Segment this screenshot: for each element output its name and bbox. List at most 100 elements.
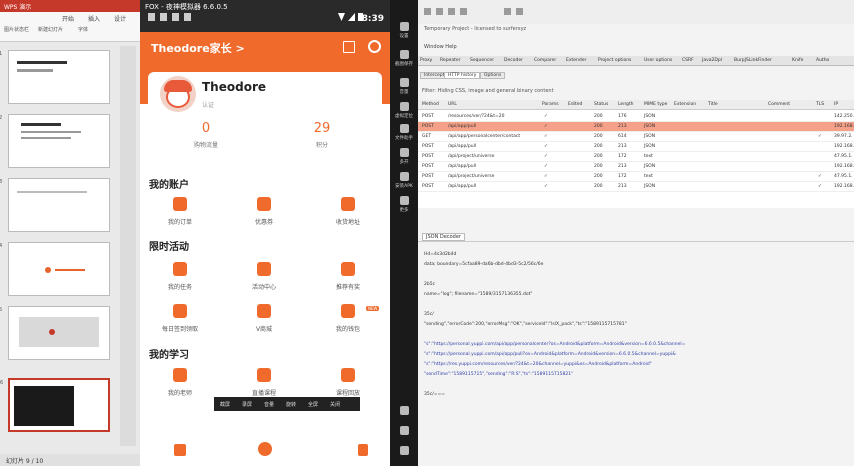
column-header[interactable]: Edited: [568, 102, 582, 107]
fullscreen-button[interactable]: 全屏: [308, 401, 318, 408]
ppt-tab-insert[interactable]: 插入: [88, 14, 100, 23]
column-header[interactable]: IP: [834, 102, 838, 107]
tab-sequencer[interactable]: Sequencer: [470, 58, 494, 63]
slide-thumbnail[interactable]: 2: [0, 114, 110, 168]
column-header[interactable]: Extension: [674, 102, 696, 107]
column-header[interactable]: Length: [618, 102, 634, 107]
emu-screenshot-button[interactable]: 截图保存: [390, 50, 418, 67]
stat-value[interactable]: 0: [176, 121, 236, 136]
subtab-http-history[interactable]: HTTP history: [444, 72, 481, 79]
ppt-scrollbar[interactable]: [120, 46, 136, 446]
window-icon[interactable]: [504, 8, 511, 15]
home-tab-icon[interactable]: [174, 444, 186, 456]
tab-extender[interactable]: Extender: [566, 58, 586, 63]
cell-ip: 47.95.1.: [834, 154, 853, 159]
request-line: name="log"; filename="1589/3157136355.do…: [424, 292, 533, 297]
header-title[interactable]: Theodore家长 >: [151, 40, 245, 56]
emu-more-button[interactable]: 更多: [390, 196, 418, 213]
menu-coupons[interactable]: 优惠券: [230, 197, 298, 226]
course-tab-icon[interactable]: [258, 442, 272, 456]
proxy-menu[interactable]: Window Help: [424, 44, 457, 50]
emu-home-button[interactable]: [390, 426, 418, 437]
menu-orders[interactable]: 我的订单: [146, 197, 214, 226]
slide-thumbnail-active[interactable]: 6: [0, 378, 110, 432]
table-row[interactable]: POST/api/app/pull ✓ 200 213 JSON ✓ 192.168.: [418, 182, 854, 192]
emu-settings-button[interactable]: 设置: [390, 22, 418, 39]
ppt-tool-new-slide[interactable]: 新建幻灯片: [38, 26, 63, 33]
tab-project-options[interactable]: Project options: [598, 58, 631, 63]
column-header[interactable]: Status: [594, 102, 608, 107]
subtab-options[interactable]: Options: [480, 72, 506, 79]
emu-recents-button[interactable]: [390, 446, 418, 457]
emu-files-button[interactable]: 文件助手: [390, 124, 418, 141]
volume-button[interactable]: 音量: [264, 401, 274, 408]
tab-json-decoder[interactable]: JSON Decoder: [422, 233, 465, 241]
profile-tab-icon[interactable]: [358, 444, 368, 456]
ppt-tool-font[interactable]: 字体: [78, 26, 88, 33]
window-icon[interactable]: [516, 8, 523, 15]
tab-autho[interactable]: Autho: [816, 58, 829, 63]
window-icon[interactable]: [436, 8, 443, 15]
menu-tasks[interactable]: 我的任务: [146, 262, 214, 291]
emu-location-button[interactable]: 虚拟定位: [390, 102, 418, 119]
emu-volume-button[interactable]: 音量: [390, 78, 418, 95]
menu-checkin[interactable]: 每日签到领取: [146, 304, 214, 333]
table-row[interactable]: POST/api/app/pull ✓ 200 213 JSON 192.168.: [418, 122, 854, 132]
gear-icon[interactable]: [368, 40, 381, 53]
column-header[interactable]: TLS: [816, 102, 824, 107]
tab-java2dpl[interactable]: Java2Dpl: [702, 58, 722, 63]
tab-jslinkfinder[interactable]: BurpJSLinkFinder: [734, 58, 772, 63]
table-row[interactable]: POST/api/project/universe ✓ 200 172 text ✓ 47.…: [418, 172, 854, 182]
table-row[interactable]: POST/api/app/pull ✓ 200 213 JSON 192.168.: [418, 162, 854, 172]
ppt-tool-picture[interactable]: 图片状态栏: [4, 26, 29, 33]
table-row[interactable]: GET/api/app/personalcenter/contact ✓ 200 61…: [418, 132, 854, 142]
ppt-tab-home[interactable]: 开始: [62, 14, 74, 23]
tab-repeater[interactable]: Repeater: [440, 58, 460, 63]
table-row[interactable]: POST/resources/ver/?24&t=20 ✓ 200 176 JSON 14…: [418, 112, 854, 122]
slide-thumbnail[interactable]: 1: [0, 50, 110, 104]
recents-icon: [399, 446, 409, 455]
column-header[interactable]: URL: [448, 102, 457, 107]
table-row[interactable]: POST/api/app/pull ✓ 200 213 JSON 192.168.: [418, 142, 854, 152]
slide-thumbnail[interactable]: 4: [0, 242, 110, 296]
column-header[interactable]: Title: [708, 102, 718, 107]
column-header[interactable]: MIME type: [644, 102, 667, 107]
emu-apk-button[interactable]: 安装APK: [390, 172, 418, 189]
tab-user-options[interactable]: User options: [644, 58, 672, 63]
tab-decoder[interactable]: Decoder: [504, 58, 523, 63]
ppt-tab-design[interactable]: 设计: [114, 14, 126, 23]
slide-thumbnail[interactable]: 3: [0, 178, 110, 232]
emu-multi-button[interactable]: 多开: [390, 148, 418, 165]
history-filter[interactable]: Filter: Hiding CSS, image and general bi…: [422, 88, 554, 94]
menu-teachers[interactable]: 我的老师: [146, 368, 214, 397]
tab-knife[interactable]: Knife: [792, 58, 803, 63]
menu-live-courses[interactable]: 直播课程: [230, 368, 298, 397]
menu-replays[interactable]: 课程回放: [314, 368, 382, 397]
column-header[interactable]: Comment: [768, 102, 790, 107]
tab-comparer[interactable]: Comparer: [534, 58, 556, 63]
column-header[interactable]: Params: [542, 102, 559, 107]
avatar[interactable]: [160, 76, 196, 112]
menu-v-mall[interactable]: V商城: [230, 304, 298, 333]
menu-referral[interactable]: 推荐有奖: [314, 262, 382, 291]
stat-value[interactable]: 29: [292, 121, 352, 136]
rotate-button[interactable]: 旋转: [286, 401, 296, 408]
window-icon[interactable]: [424, 8, 431, 15]
tab-proxy[interactable]: Proxy: [420, 58, 432, 63]
tab-csrf[interactable]: CSRF: [682, 58, 694, 63]
request-line: 35c/: [424, 312, 434, 317]
table-row[interactable]: POST/api/project/universe ✓ 200 172 text 47.9…: [418, 152, 854, 162]
column-header[interactable]: Method: [422, 102, 439, 107]
menu-address[interactable]: 收货地址: [314, 197, 382, 226]
scan-icon[interactable]: [343, 41, 355, 53]
window-icon[interactable]: [448, 8, 455, 15]
screenshot-button[interactable]: 截屏: [220, 401, 230, 408]
slide-thumbnail[interactable]: 5: [0, 306, 110, 360]
menu-activity-center[interactable]: 活动中心: [230, 262, 298, 291]
window-icon[interactable]: [460, 8, 467, 15]
record-button[interactable]: 录屏: [242, 401, 252, 408]
emu-back-button[interactable]: [390, 406, 418, 417]
cell-method: POST: [422, 114, 434, 119]
ppt-title-bar: WPS 演示: [0, 0, 140, 12]
close-button[interactable]: 关闭: [330, 401, 340, 408]
